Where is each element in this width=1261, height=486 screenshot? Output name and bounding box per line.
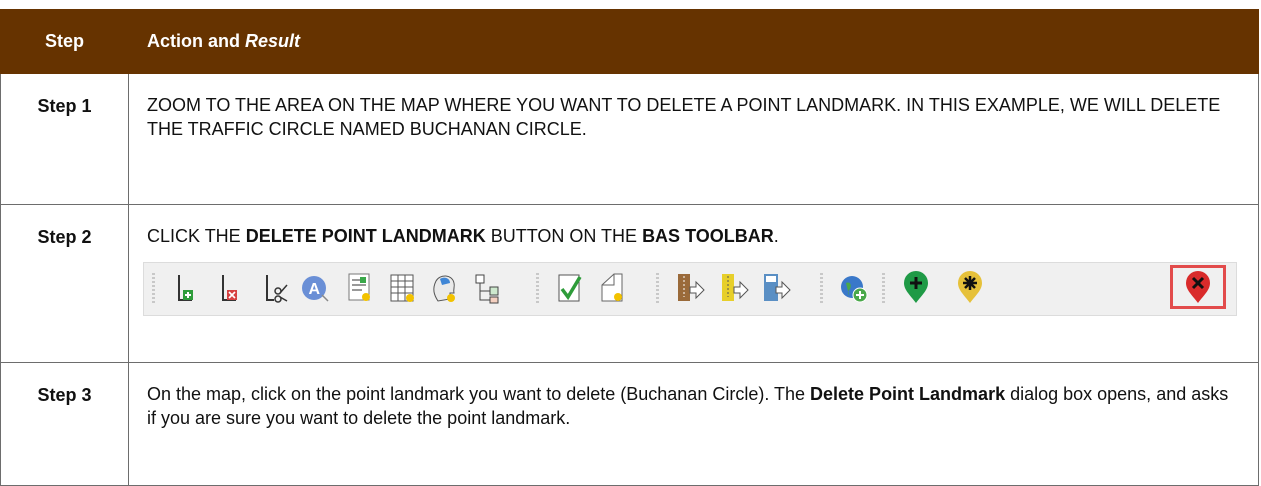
action-column-header: Action and Result <box>128 9 1259 74</box>
step-action: CLICK THE DELETE POINT LANDMARK BUTTON O… <box>128 204 1259 363</box>
table-row: Step 3 On the map, click on the point la… <box>0 362 1259 486</box>
step-label: Step 3 <box>0 362 129 486</box>
toolbar-grip <box>820 273 823 305</box>
bas-toolbar: A <box>143 262 1237 316</box>
toolbar-grip <box>882 273 885 305</box>
head-profile-icon[interactable] <box>428 271 460 305</box>
export-map-icon[interactable] <box>760 271 792 305</box>
edit-point-landmark-icon[interactable] <box>954 271 986 305</box>
table-header: Step Action and Result <box>0 9 1259 74</box>
step-column-header: Step <box>0 9 129 74</box>
step-label: Step 1 <box>0 73 129 205</box>
delete-point-landmark-highlight <box>1170 265 1226 309</box>
delete-line-icon[interactable] <box>216 271 248 305</box>
step-action: ZOOM TO THE AREA ON THE MAP WHERE YOU WA… <box>128 73 1259 205</box>
step-label: Step 2 <box>0 204 129 363</box>
edit-polygon-icon[interactable] <box>596 271 628 305</box>
hierarchy-icon[interactable] <box>472 271 504 305</box>
svg-text:A: A <box>309 281 321 298</box>
area-label-icon[interactable]: A <box>300 271 332 305</box>
table-icon[interactable] <box>386 271 418 305</box>
zip-export-icon[interactable] <box>674 271 706 305</box>
add-point-landmark-icon[interactable] <box>900 271 932 305</box>
step-action: On the map, click on the point landmark … <box>128 362 1259 486</box>
add-globe-icon[interactable] <box>838 271 870 305</box>
table-row: Step 2 CLICK THE DELETE POINT LANDMARK B… <box>0 204 1259 363</box>
toolbar-grip <box>536 273 539 305</box>
table-row: Step 1 ZOOM TO THE AREA ON THE MAP WHERE… <box>0 73 1259 205</box>
check-edit-icon[interactable] <box>554 271 586 305</box>
procedure-table: Step Action and Result Step 1 ZOOM TO TH… <box>0 9 1259 486</box>
zip-export-yellow-icon[interactable] <box>718 271 750 305</box>
new-document-icon[interactable] <box>344 271 376 305</box>
toolbar-grip <box>656 273 659 305</box>
toolbar-grip <box>152 273 155 305</box>
add-line-icon[interactable] <box>172 271 204 305</box>
split-line-icon[interactable] <box>260 271 292 305</box>
